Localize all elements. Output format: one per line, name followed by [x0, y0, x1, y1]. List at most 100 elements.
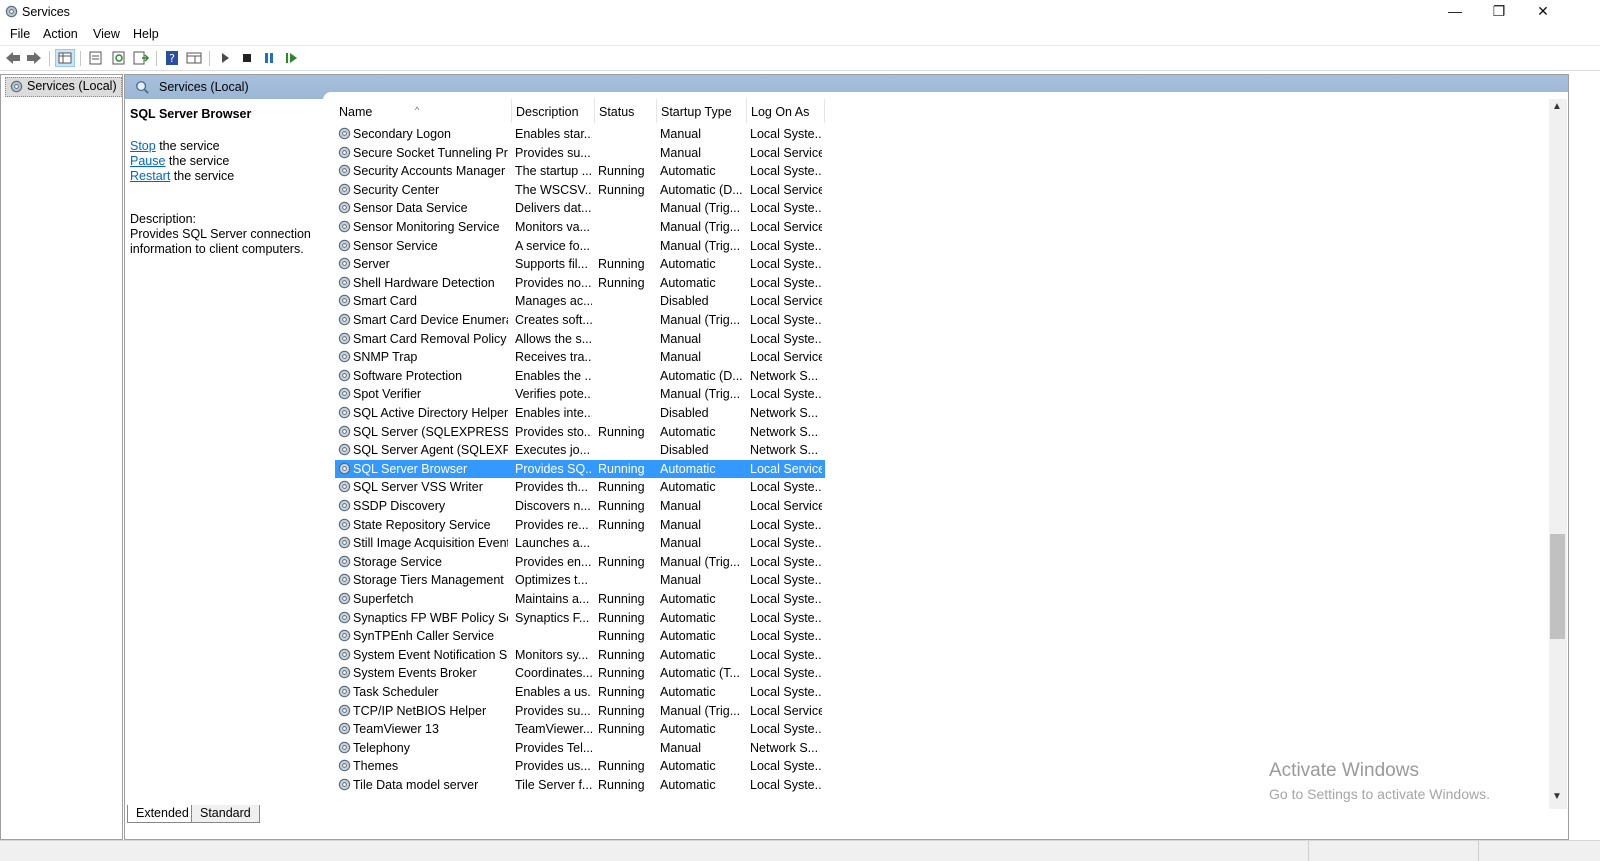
- table-row[interactable]: System Events Broker Coordinates... Runnin…: [335, 664, 825, 682]
- service-gear-icon: [338, 667, 351, 679]
- table-row[interactable]: SSDP Discovery Discovers n... Running Manua…: [335, 497, 825, 515]
- menu-action[interactable]: Action: [43, 27, 78, 41]
- pause-service-icon[interactable]: [260, 50, 278, 66]
- table-row[interactable]: Themes Provides us... Running Automatic Loca…: [335, 757, 825, 775]
- service-gear-icon: [338, 369, 351, 382]
- service-status-cell: Running: [598, 554, 645, 569]
- table-row[interactable]: SQL Server VSS Writer Provides th... Runni…: [335, 478, 825, 496]
- column-header-name[interactable]: Name ^: [335, 99, 512, 123]
- service-startup-cell: Manual: [660, 536, 701, 551]
- service-startup-cell: Manual (Trig...: [660, 554, 741, 569]
- table-row[interactable]: Storage Service Provides en... Running Manu…: [335, 553, 825, 571]
- restart-service-link[interactable]: Restart: [130, 169, 170, 183]
- service-description-cell: Enables a us...: [515, 685, 592, 699]
- table-row[interactable]: Security Accounts Manager The startup ...…: [335, 162, 825, 180]
- table-row[interactable]: SQL Active Directory Helper... Enables in…: [335, 404, 825, 422]
- table-row[interactable]: Secure Socket Tunneling Pr... Provides su…: [335, 144, 825, 162]
- toolbar-separator: [49, 51, 50, 66]
- show-hide-action-pane-icon[interactable]: [185, 50, 203, 66]
- service-description-cell: Provides Tel...: [515, 740, 592, 755]
- service-gear-icon: [338, 760, 351, 772]
- table-row[interactable]: SQL Server (SQLEXPRESS) Provides sto... Ru…: [335, 423, 825, 441]
- service-gear-icon: [338, 555, 351, 568]
- back-arrow-icon[interactable]: [4, 50, 22, 66]
- table-row[interactable]: Sensor Data Service Delivers dat... Manual…: [335, 199, 825, 217]
- service-logon-cell: Local Service: [750, 703, 822, 718]
- table-row[interactable]: Storage Tiers Management Optimizes t... Ma…: [335, 571, 825, 589]
- table-row[interactable]: Software Protection Enables the ... Automa…: [335, 367, 825, 385]
- menu-help[interactable]: Help: [133, 27, 159, 41]
- export-list-icon[interactable]: [132, 50, 150, 66]
- tree-item-services-local[interactable]: Services (Local): [5, 77, 122, 97]
- start-service-icon[interactable]: [216, 50, 234, 66]
- service-logon-cell: Local Syste...: [750, 647, 822, 662]
- table-row[interactable]: SNMP Trap Receives tra... Manual Local Serv…: [335, 348, 825, 366]
- menu-view[interactable]: View: [93, 27, 120, 41]
- service-gear-icon: [338, 704, 351, 716]
- service-logon-cell: Local Syste...: [750, 722, 822, 737]
- vertical-scrollbar[interactable]: ▲ ▼: [1549, 99, 1567, 809]
- service-status-cell: Running: [598, 703, 645, 718]
- service-gear-icon: [338, 722, 351, 735]
- service-logon-cell: Local Service: [750, 145, 822, 160]
- show-hide-console-tree-icon[interactable]: [55, 49, 75, 67]
- table-row[interactable]: Smart Card Removal Policy Allows the s...…: [335, 330, 825, 348]
- scroll-up-arrow-icon[interactable]: ▲: [1552, 101, 1562, 112]
- table-row[interactable]: Shell Hardware Detection Provides no... Ru…: [335, 274, 825, 292]
- close-button[interactable]: ✕: [1520, 0, 1566, 24]
- forward-arrow-icon[interactable]: [25, 50, 43, 66]
- table-row[interactable]: Synaptics FP WBF Policy Ser... Synaptics …: [335, 609, 825, 627]
- service-name-cell: Task Scheduler: [353, 685, 439, 699]
- column-header-status[interactable]: Status: [595, 99, 657, 123]
- table-row[interactable]: Smart Card Device Enumera... Creates soft…: [335, 311, 825, 329]
- table-row[interactable]: State Repository Service Provides re... Ru…: [335, 516, 825, 534]
- tab-standard[interactable]: Standard: [191, 805, 260, 823]
- service-startup-cell: Automatic: [660, 759, 716, 774]
- minimize-button[interactable]: —: [1432, 0, 1478, 24]
- table-row[interactable]: Task Scheduler Enables a us... Running Auto…: [335, 683, 825, 701]
- menu-file[interactable]: File: [10, 27, 30, 41]
- properties-icon[interactable]: [87, 50, 105, 66]
- service-logon-cell: Network S...: [750, 443, 819, 458]
- column-header-startup-type[interactable]: Startup Type: [657, 99, 747, 123]
- table-row[interactable]: Server Supports fil... Running Automatic Loc…: [335, 255, 825, 273]
- service-logon-cell: Local Syste...: [750, 536, 822, 551]
- pane-header-title: Services (Local): [159, 80, 249, 94]
- service-description-cell: Synaptics F...: [515, 610, 590, 625]
- table-row[interactable]: Tile Data model server Tile Server f... Ru…: [335, 776, 825, 794]
- table-row[interactable]: Secondary Logon Enables star... Manual Loca…: [335, 125, 825, 143]
- table-row[interactable]: Superfetch Maintains a... Running Automatic…: [335, 590, 825, 608]
- table-row[interactable]: Smart Card Manages ac... Disabled Local Ser…: [335, 292, 825, 310]
- help-icon[interactable]: ?: [163, 50, 181, 66]
- service-logon-cell: Network S...: [750, 406, 819, 420]
- scrollbar-thumb[interactable]: [1550, 534, 1565, 639]
- service-startup-cell: Manual: [660, 573, 701, 588]
- stop-service-icon[interactable]: [238, 50, 256, 66]
- services-list: Name ^ Description Status Startup Type Lo…: [335, 99, 1547, 807]
- table-row[interactable]: Security Center The WSCSV... Running Automa…: [335, 181, 825, 199]
- table-row[interactable]: Sensor Service A service fo... Manual (Tri…: [335, 237, 825, 255]
- service-startup-cell: Manual (Trig...: [660, 238, 741, 253]
- column-header-row: Name ^ Description Status Startup Type Lo…: [335, 99, 825, 123]
- restore-button[interactable]: ❐: [1476, 0, 1522, 24]
- column-header-description[interactable]: Description: [512, 99, 595, 123]
- column-header-log-on-as[interactable]: Log On As: [747, 99, 825, 123]
- table-row[interactable]: TeamViewer 13 TeamViewer... Running Automat…: [335, 720, 825, 738]
- table-row[interactable]: Spot Verifier Verifies pote... Manual (Tri…: [335, 385, 825, 403]
- service-logon-cell: Local Syste...: [750, 759, 822, 774]
- stop-service-link[interactable]: Stop: [130, 139, 156, 153]
- refresh-icon[interactable]: [110, 50, 128, 66]
- pause-service-link[interactable]: Pause: [130, 154, 165, 168]
- tab-extended[interactable]: Extended: [127, 805, 198, 823]
- restart-service-icon[interactable]: [282, 50, 300, 66]
- scroll-down-arrow-icon[interactable]: ▼: [1552, 791, 1562, 802]
- table-row[interactable]: System Event Notification S... Monitors s…: [335, 646, 825, 664]
- table-row[interactable]: SQL Server Agent (SQLEXPR... Executes jo.…: [335, 441, 825, 459]
- table-row-selected[interactable]: SQL Server Browser Provides SQ... Running A…: [335, 459, 825, 478]
- search-icon: [136, 81, 149, 94]
- table-row[interactable]: TCP/IP NetBIOS Helper Provides su... Runni…: [335, 702, 825, 720]
- table-row[interactable]: Sensor Monitoring Service Monitors va... M…: [335, 218, 825, 236]
- table-row[interactable]: SynTPEnh Caller Service Running Automatic L…: [335, 627, 825, 645]
- table-row[interactable]: Still Image Acquisition Events Launches a…: [335, 534, 825, 552]
- table-row[interactable]: Telephony Provides Tel... Manual Network S.…: [335, 739, 825, 757]
